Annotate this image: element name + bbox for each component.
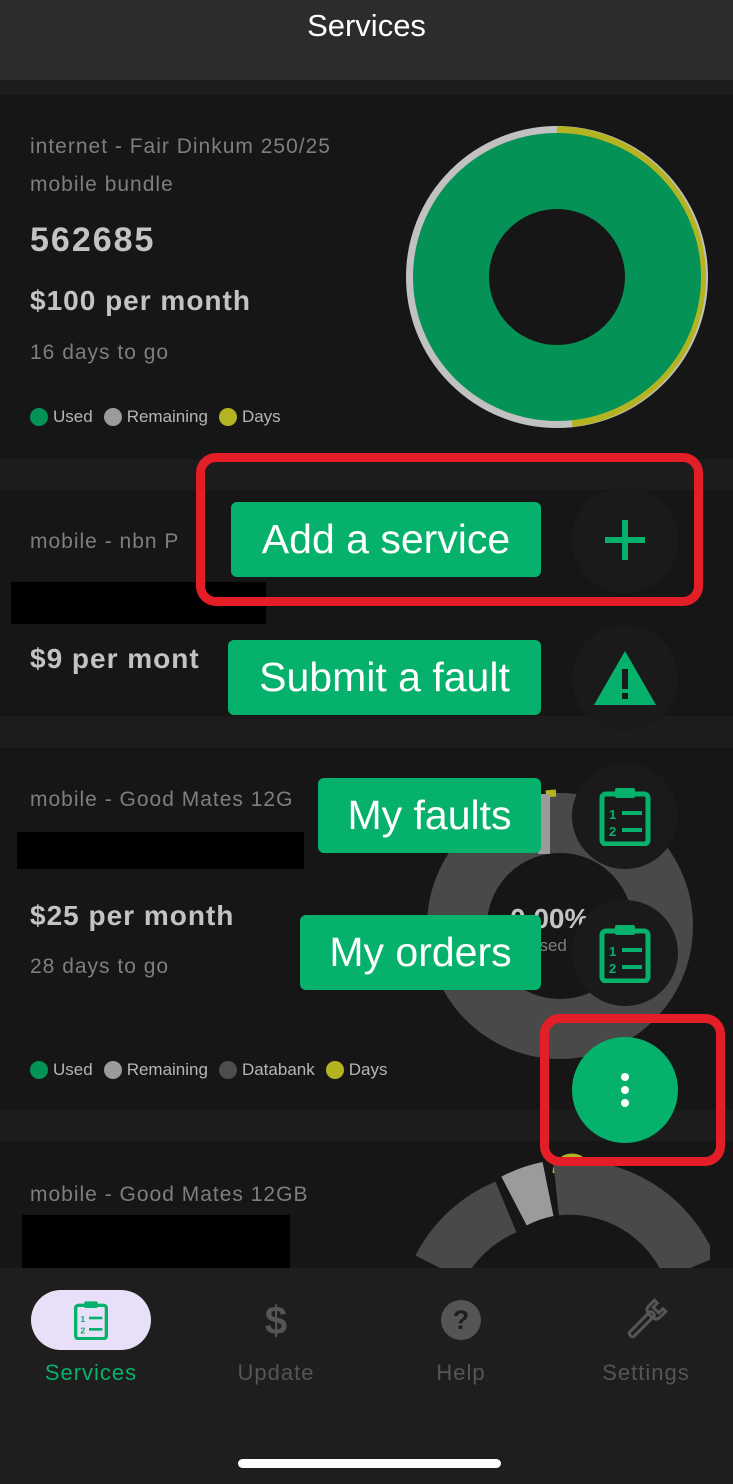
- nav-settings-label: Settings: [602, 1360, 690, 1385]
- my-orders-fab[interactable]: 1 2: [572, 900, 678, 1006]
- submit-fault-fab[interactable]: [572, 625, 678, 731]
- clipboard-list-icon: 1 2: [74, 1301, 108, 1340]
- warning-icon: [594, 651, 656, 705]
- clipboard-list-icon: 1 2: [599, 925, 651, 983]
- svg-text:?: ?: [453, 1305, 470, 1335]
- dollar-icon: $: [265, 1299, 287, 1342]
- svg-text:2: 2: [609, 824, 616, 839]
- submit-fault-button[interactable]: Submit a fault: [228, 640, 541, 715]
- nav-help-label: Help: [436, 1360, 486, 1385]
- highlight-add-service: [196, 453, 703, 606]
- nav-update-label: Update: [237, 1360, 315, 1385]
- bottom-navigation: 1 2 Services $ Update ? Help Settings: [0, 1268, 733, 1484]
- app-header: Services: [0, 0, 733, 80]
- clipboard-list-icon: 1 2: [599, 788, 651, 846]
- page-title: Services: [307, 8, 426, 43]
- my-orders-button[interactable]: My orders: [300, 915, 541, 990]
- home-indicator: [238, 1459, 501, 1468]
- my-faults-button[interactable]: My faults: [318, 778, 541, 853]
- svg-text:1: 1: [80, 1314, 85, 1324]
- svg-text:2: 2: [80, 1325, 85, 1335]
- nav-help[interactable]: ? Help: [381, 1288, 541, 1398]
- my-faults-fab[interactable]: 1 2: [572, 763, 678, 869]
- nav-settings[interactable]: Settings: [566, 1288, 726, 1398]
- svg-text:2: 2: [609, 961, 616, 976]
- help-icon: ?: [441, 1300, 481, 1340]
- highlight-more-options: [540, 1014, 725, 1166]
- wrench-icon: [627, 1298, 668, 1339]
- nav-update[interactable]: $ Update: [196, 1288, 356, 1398]
- svg-text:$: $: [265, 1299, 287, 1342]
- nav-services-label: Services: [44, 1360, 138, 1385]
- nav-services[interactable]: 1 2 Services: [11, 1288, 171, 1398]
- svg-text:1: 1: [609, 807, 616, 822]
- svg-text:1: 1: [609, 944, 616, 959]
